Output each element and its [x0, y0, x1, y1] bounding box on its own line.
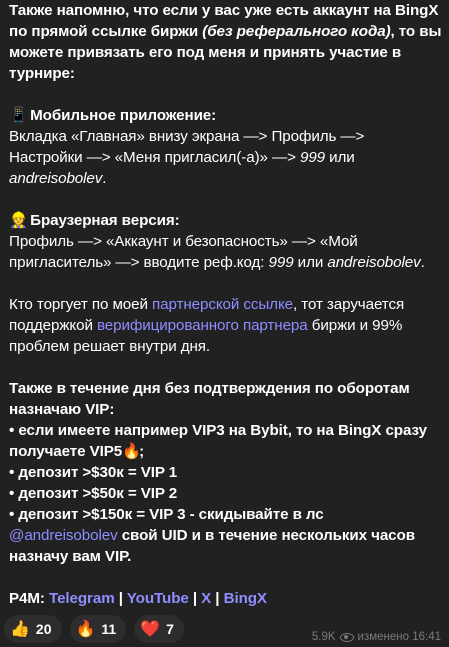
verified-partner-link[interactable]: верифицированного партнера: [97, 317, 308, 334]
fire-icon: 🔥: [122, 443, 141, 460]
text-line: • если имеете например VIP3 на Bybit, то…: [9, 422, 427, 439]
thumbs-up-icon: 👍: [10, 621, 30, 638]
text-line: турнире:: [9, 65, 75, 82]
browser-title: 👷 Браузерная версия:: [9, 212, 180, 229]
partner-paragraph: Кто торгует по моей партнерской ссылке, …: [9, 294, 441, 357]
text-line: andreisobolev.: [9, 170, 107, 187]
view-count: 5.9K: [311, 631, 336, 643]
text-line: поддержкой верифицированного партнера би…: [9, 317, 403, 334]
worker-icon: 👷: [9, 212, 28, 229]
text-line: Профиль —> «Аккаунт и безопасность» —> «…: [9, 233, 358, 250]
text-line: @andreisobolev свой UID и в течение неск…: [9, 527, 415, 544]
reaction-thumbs-up[interactable]: 👍 20: [4, 615, 62, 643]
reaction-heart[interactable]: ❤️ 7: [134, 615, 184, 643]
bingx-link[interactable]: BingX: [224, 590, 267, 607]
text-line: Настройки —> «Меня пригласил(-а)» —> 999…: [9, 149, 355, 166]
text-line: • депозит >$50к = VIP 2: [9, 485, 178, 502]
links-paragraph: P4M: Telegram | YouTube | X | BingX: [9, 588, 441, 609]
reaction-count: 20: [35, 621, 52, 637]
text-line: • депозит >$30к = VIP 1: [9, 464, 178, 481]
vip-paragraph: Также в течение дня без подтверждения по…: [9, 378, 441, 567]
reaction-count: 7: [166, 621, 174, 637]
text-line: Кто торгует по моей партнерской ссылке, …: [9, 296, 405, 313]
intro-paragraph: Также напомню, что если у вас уже есть а…: [9, 0, 441, 84]
reaction-fire[interactable]: 🔥 11: [69, 615, 127, 643]
edited-time: изменено 16:41: [357, 631, 441, 643]
text-line: пригласитель» —> вводите реф.код: 999 ил…: [9, 254, 425, 271]
text-line: Также в течение дня без подтверждения по…: [9, 380, 410, 397]
youtube-link[interactable]: YouTube: [127, 590, 189, 607]
reactions-bar: 👍 20 🔥 11 ❤️ 7: [4, 615, 184, 643]
text-line: получаете VIP5🔥;: [9, 443, 145, 460]
mobile-title: 📱 Мобильное приложение:: [9, 107, 217, 124]
mobile-paragraph: 📱 Мобильное приложение: Вкладка «Главная…: [9, 105, 441, 189]
eye-icon: [339, 632, 354, 642]
x-link[interactable]: X: [201, 590, 211, 607]
text-line: Вкладка «Главная» внизу экрана —> Профил…: [9, 128, 365, 145]
message-meta: 5.9K изменено 16:41: [312, 631, 441, 643]
text-line: назначаю VIP:: [9, 401, 115, 418]
text-line: можете привязать его под меня и принять …: [9, 44, 402, 61]
fire-icon: 🔥: [75, 621, 96, 638]
message-bubble: Также напомню, что если у вас уже есть а…: [0, 0, 449, 647]
text-line: проблем решает внутри дня.: [9, 338, 210, 355]
text-line: P4M: Telegram | YouTube | X | BingX: [9, 590, 267, 607]
mobile-phone-icon: 📱: [9, 107, 28, 124]
reaction-count: 11: [101, 621, 117, 637]
text-line: по прямой ссылке биржи (без реферального…: [9, 23, 442, 40]
andreisobolev-mention-link[interactable]: @andreisobolev: [9, 527, 118, 544]
text-line: назначу вам VIP.: [9, 548, 132, 565]
text-line: • депозит >$150к = VIP 3 - скидывайте в …: [9, 506, 324, 523]
text-line: Также напомню, что если у вас уже есть а…: [9, 2, 439, 19]
telegram-link[interactable]: Telegram: [49, 590, 115, 607]
heart-icon: ❤️: [140, 621, 161, 638]
partner-link[interactable]: партнерской ссылке: [152, 296, 293, 313]
links-label: P4M:: [9, 590, 50, 607]
browser-paragraph: 👷 Браузерная версия: Профиль —> «Аккаунт…: [9, 210, 441, 273]
